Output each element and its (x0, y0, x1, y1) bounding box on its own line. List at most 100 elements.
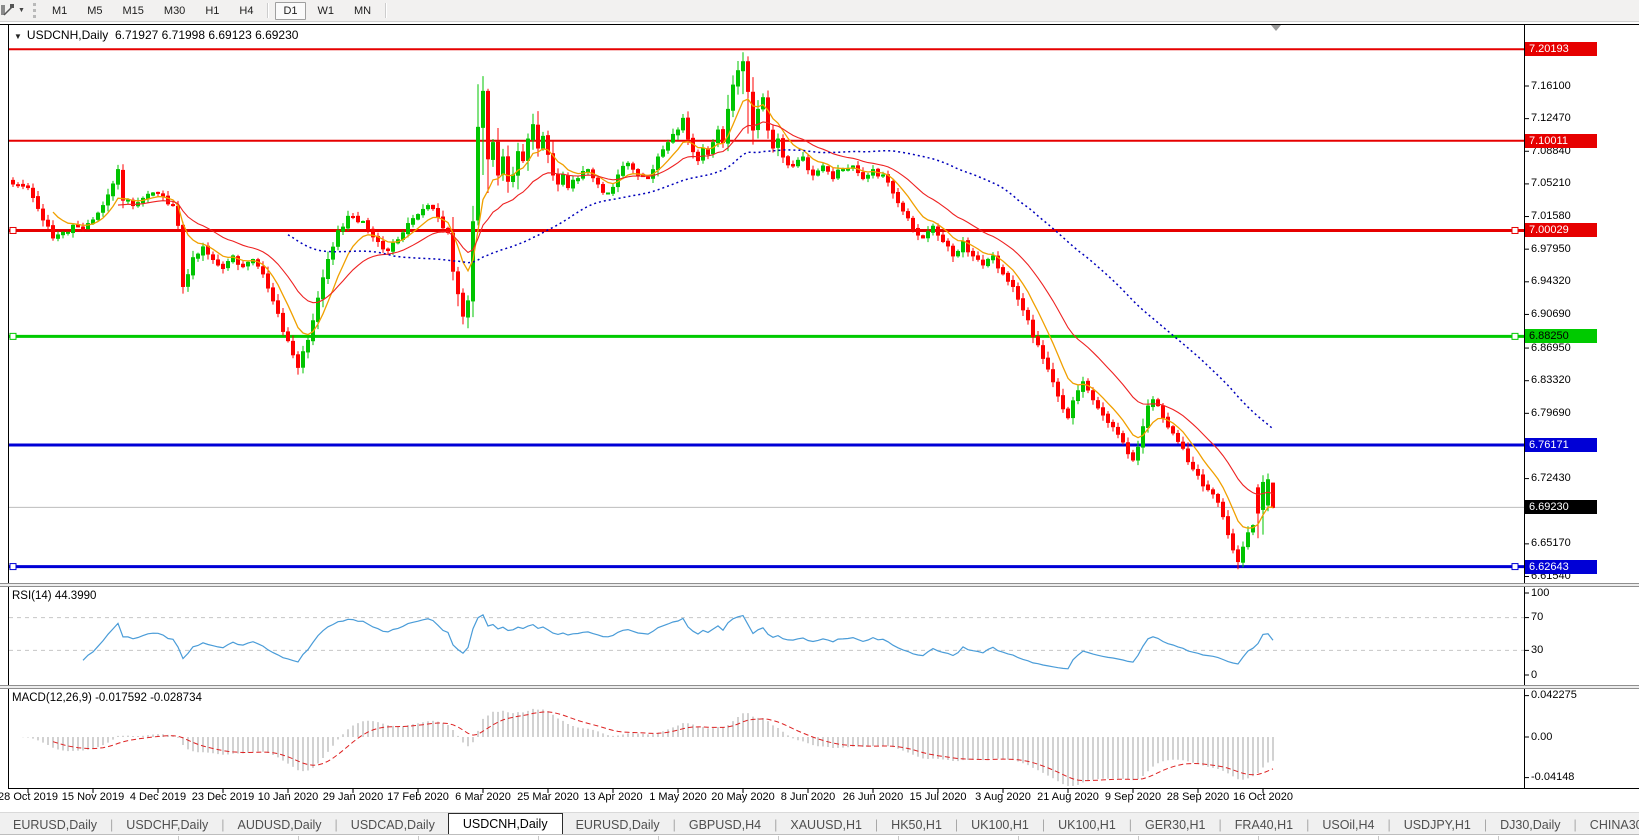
price-axis-tick: 7.05210 (1531, 177, 1571, 189)
chart-tab-hk50-h1[interactable]: HK50,H1 (878, 816, 955, 835)
date-axis-label: 29 Jan 2020 (323, 791, 384, 803)
price-marker-6.62643: 6.62643 (1525, 560, 1597, 574)
toolbar-divider (385, 3, 387, 18)
rsi-axis-tick: 70 (1531, 611, 1543, 623)
toolbar-divider (267, 3, 269, 18)
price-axis-tick: 6.90690 (1531, 308, 1571, 320)
macd-axis-tick: 0.042275 (1531, 689, 1577, 701)
timeframe-button-m1[interactable]: M1 (44, 2, 75, 20)
chart-collapse-icon[interactable]: ▼ (14, 32, 22, 41)
date-axis-label: 28 Sep 2020 (1167, 791, 1229, 803)
date-axis-label: 15 Jul 2020 (910, 791, 967, 803)
statusbar-separator (178, 836, 179, 840)
date-axis-label: 23 Dec 2019 (192, 791, 254, 803)
price-axis-tick: 7.16100 (1531, 80, 1571, 92)
chart-symbol-label: USDCNH,Daily (27, 28, 108, 42)
date-axis-label: 17 Feb 2020 (387, 791, 449, 803)
chart-tab-gbpusd-h4[interactable]: GBPUSD,H4 (676, 816, 774, 835)
date-axis-label: 13 Apr 2020 (583, 791, 642, 803)
chart-tab-usdchf-daily[interactable]: USDCHF,Daily (113, 816, 221, 835)
date-axis-label: 26 Jun 2020 (843, 791, 904, 803)
statusbar-separator (1018, 836, 1019, 840)
statusbar-separator (1378, 836, 1379, 840)
chart-tab-ger30-h1[interactable]: GER30,H1 (1132, 816, 1218, 835)
date-axis-label: 20 May 2020 (711, 791, 775, 803)
line-studies-icon[interactable] (1, 3, 16, 18)
timeframe-button-m15[interactable]: M15 (115, 2, 152, 20)
price-marker-7.00029: 7.00029 (1525, 223, 1597, 237)
statusbar-separator (898, 836, 899, 840)
statusbar-separator (1498, 836, 1499, 840)
price-axis-tick: 6.83320 (1531, 374, 1571, 386)
price-axis-tick: 6.72430 (1531, 472, 1571, 484)
chart-title: ▼ USDCNH,Daily 6.71927 6.71998 6.69123 6.… (14, 28, 298, 42)
status-bar (0, 834, 1639, 840)
price-marker-6.76171: 6.76171 (1525, 438, 1597, 452)
timeframe-button-mn[interactable]: MN (346, 2, 379, 20)
price-marker-6.69230: 6.69230 (1525, 500, 1597, 514)
chart-tab-usoil-h4[interactable]: USOil,H4 (1309, 816, 1387, 835)
date-axis-label: 4 Dec 2019 (130, 791, 186, 803)
date-axis-label: 21 Aug 2020 (1037, 791, 1099, 803)
price-axis-tick: 7.01580 (1531, 210, 1571, 222)
date-axis-label: 9 Sep 2020 (1105, 791, 1161, 803)
date-axis-label: 16 Oct 2020 (1233, 791, 1293, 803)
statusbar-separator (298, 836, 299, 840)
date-axis-label: 28 Oct 2019 (0, 791, 58, 803)
timeframe-toolbar: ▼ M1M5 M15M30H1H4 D1 W1MN (0, 0, 1639, 22)
rsi-axis-tick: 0 (1531, 669, 1537, 681)
price-marker-7.10011: 7.10011 (1525, 134, 1597, 148)
statusbar-separator (1258, 836, 1259, 840)
chart-tab-audusd-daily[interactable]: AUDUSD,Daily (225, 816, 335, 835)
chart-tab-usdjpy-h1[interactable]: USDJPY,H1 (1391, 816, 1484, 835)
chart-ohlc-values: 6.71927 6.71998 6.69123 6.69230 (115, 28, 299, 42)
toolbar-grip[interactable] (33, 3, 36, 18)
chart-tab-usdcad-daily[interactable]: USDCAD,Daily (338, 816, 448, 835)
chart-tab-bar: EURUSD,Daily|USDCHF,Daily|AUDUSD,Daily|U… (0, 812, 1639, 835)
date-axis-label: 15 Nov 2019 (62, 791, 124, 803)
trading-terminal: ▼ M1M5 M15M30H1H4 D1 W1MN ▼ USDCNH,Daily 6.7… (0, 0, 1639, 840)
chart-tab-dj30-daily[interactable]: DJ30,Daily (1487, 816, 1573, 835)
price-marker-7.20193: 7.20193 (1525, 42, 1597, 56)
price-axis-tick: 6.79690 (1531, 407, 1571, 419)
chart-tab-fra40-h1[interactable]: FRA40,H1 (1222, 816, 1306, 835)
macd-indicator-header: MACD(12,26,9) -0.017592 -0.028734 (12, 692, 202, 704)
chart-tab-xauusd-h1[interactable]: XAUUSD,H1 (777, 816, 875, 835)
timeframe-button-h1[interactable]: H1 (197, 2, 227, 20)
timeframe-buttons: M1M5 M15M30H1H4 D1 W1MN (42, 2, 391, 20)
price-axis-tick: 6.94320 (1531, 275, 1571, 287)
rsi-axis-tick: 100 (1531, 587, 1549, 599)
chart-canvas[interactable] (8, 24, 1524, 788)
timeframe-button-w1[interactable]: W1 (310, 2, 343, 20)
chart-tab-usdcnh-daily[interactable]: USDCNH,Daily (448, 813, 563, 835)
chart-tab-eurusd-daily[interactable]: EURUSD,Daily (0, 816, 110, 835)
toolbar-dropdown-icon[interactable]: ▼ (18, 7, 25, 14)
rsi-axis-tick: 30 (1531, 644, 1543, 656)
date-axis-label: 8 Jun 2020 (781, 791, 835, 803)
timeframe-button-h4[interactable]: H4 (231, 2, 261, 20)
rsi-indicator-header: RSI(14) 44.3990 (12, 590, 96, 602)
timeframe-button-d1[interactable]: D1 (275, 2, 305, 20)
chart-tab-uk100-h1[interactable]: UK100,H1 (1045, 816, 1129, 835)
price-axis-tick: 6.65170 (1531, 537, 1571, 549)
date-axis-label: 3 Aug 2020 (975, 791, 1031, 803)
chart-tab-uk100-h1[interactable]: UK100,H1 (958, 816, 1042, 835)
price-marker-6.88250: 6.88250 (1525, 329, 1597, 343)
statusbar-separator (538, 836, 539, 840)
price-axis-tick: 7.12470 (1531, 112, 1571, 124)
line-studies-glyph (1, 3, 16, 18)
date-axis-label: 25 Mar 2020 (517, 791, 579, 803)
statusbar-separator (778, 836, 779, 840)
date-axis-label: 1 May 2020 (649, 791, 706, 803)
timeframe-button-m5[interactable]: M5 (79, 2, 110, 20)
statusbar-separator (1138, 836, 1139, 840)
statusbar-separator (658, 836, 659, 840)
macd-axis-tick: 0.00 (1531, 731, 1552, 743)
timeframe-button-m30[interactable]: M30 (156, 2, 193, 20)
chart-tab-china300-h1[interactable]: CHINA300,H1 (1577, 816, 1639, 835)
date-axis-label: 10 Jan 2020 (258, 791, 319, 803)
date-axis-label: 6 Mar 2020 (455, 791, 511, 803)
chart-tab-eurusd-daily[interactable]: EURUSD,Daily (563, 816, 673, 835)
price-axis-tick: 6.97950 (1531, 243, 1571, 255)
macd-axis-tick: -0.04148 (1531, 771, 1574, 783)
